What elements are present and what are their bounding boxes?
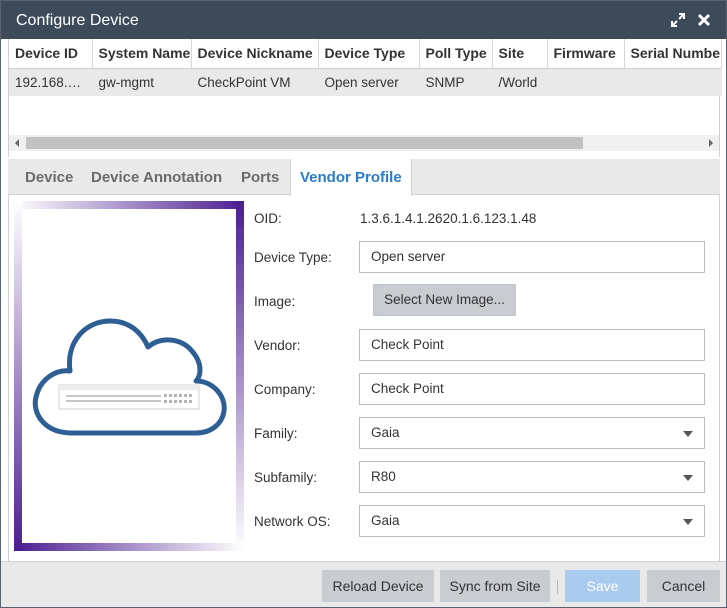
cancel-button[interactable]: Cancel [647, 570, 720, 602]
table-row[interactable]: 192.168.… gw-mgmt CheckPoint VM Open ser… [9, 68, 722, 96]
tab-bar: Device Device Annotation Ports Vendor Pr… [8, 159, 720, 196]
dialog-title: Configure Device [16, 12, 139, 29]
network-os-select-value: Gaia [371, 513, 400, 528]
family-select-value: Gaia [371, 425, 400, 440]
cell-site: /World [492, 68, 548, 96]
vendor-label: Vendor: [254, 338, 301, 353]
subfamily-select[interactable]: R80 [359, 461, 705, 493]
titlebar-controls [670, 12, 712, 28]
close-x-icon[interactable] [696, 12, 712, 28]
device-type-label: Device Type: [254, 250, 332, 265]
cell-device-nickname: CheckPoint VM [191, 68, 319, 96]
subfamily-select-value: R80 [371, 469, 396, 484]
vendor-profile-panel: OID: 1.3.6.1.4.1.2620.1.6.123.1.48 Devic… [8, 195, 720, 561]
company-field-value: Check Point [371, 381, 444, 396]
button-divider [557, 580, 558, 594]
tab-device-annotation[interactable]: Device Annotation [82, 159, 231, 195]
cell-device-type: Open server [318, 68, 420, 96]
company-label: Company: [254, 382, 316, 397]
network-os-select[interactable]: Gaia [359, 505, 705, 537]
cell-device-id: 192.168.… [9, 68, 93, 96]
chevron-down-icon[interactable] [683, 475, 693, 481]
chevron-down-icon[interactable] [683, 519, 693, 525]
col-header-device-id[interactable]: Device ID [9, 39, 93, 69]
select-new-image-button[interactable]: Select New Image... [373, 284, 516, 316]
col-header-device-type[interactable]: Device Type [318, 39, 420, 69]
cell-poll-type: SNMP [419, 68, 493, 96]
device-type-field[interactable]: Open server [359, 241, 705, 273]
vendor-field-value: Check Point [371, 337, 444, 352]
device-type-field-value: Open server [371, 249, 446, 264]
scrollbar-thumb[interactable] [26, 137, 583, 149]
cell-serial-number [624, 68, 722, 96]
family-label: Family: [254, 426, 298, 441]
horizontal-scrollbar[interactable] [9, 135, 719, 151]
col-header-system-name[interactable]: System Name [92, 39, 192, 69]
configure-device-dialog: Configure Device Device ID System Name D… [0, 0, 727, 608]
chevron-down-icon[interactable] [683, 431, 693, 437]
family-select[interactable]: Gaia [359, 417, 705, 449]
dialog-titlebar: Configure Device [1, 1, 726, 39]
subfamily-label: Subfamily: [254, 470, 318, 485]
col-header-device-nickname[interactable]: Device Nickname [191, 39, 319, 69]
oid-value: 1.3.6.1.4.1.2620.1.6.123.1.48 [360, 211, 537, 226]
reload-device-button[interactable]: Reload Device [322, 570, 434, 602]
sync-from-site-button[interactable]: Sync from Site [440, 570, 550, 602]
expand-arrows-icon[interactable] [670, 12, 686, 28]
cell-system-name: gw-mgmt [92, 68, 192, 96]
col-header-poll-type[interactable]: Poll Type [419, 39, 493, 69]
image-label: Image: [254, 294, 296, 309]
col-header-site[interactable]: Site [492, 39, 548, 69]
device-image-preview [14, 201, 244, 551]
network-os-label: Network OS: [254, 514, 331, 529]
tab-device[interactable]: Device [16, 159, 82, 195]
dialog-footer: Reload Device Sync from Site Save Cancel [1, 561, 726, 607]
tab-vendor-profile[interactable]: Vendor Profile [290, 159, 412, 196]
grid-header-row: Device ID System Name Device Nickname De… [9, 39, 722, 69]
scroll-right-arrow-icon[interactable] [706, 138, 716, 148]
cloud-server-icon [32, 318, 227, 436]
vendor-field[interactable]: Check Point [359, 329, 705, 361]
company-field[interactable]: Check Point [359, 373, 705, 405]
col-header-serial-number[interactable]: Serial Number [624, 39, 722, 69]
save-button[interactable]: Save [565, 570, 640, 602]
cell-firmware [547, 68, 625, 96]
col-header-firmware[interactable]: Firmware [547, 39, 625, 69]
tab-ports[interactable]: Ports [232, 159, 288, 195]
scroll-left-arrow-icon[interactable] [12, 138, 22, 148]
oid-label: OID: [254, 211, 282, 226]
